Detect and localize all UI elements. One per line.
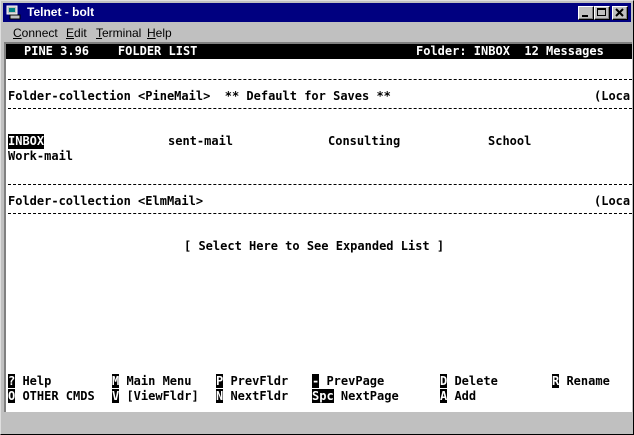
- folder-inbox[interactable]: INBOX: [8, 134, 45, 149]
- header-folder-info: Folder: INBOX 12 Messages: [416, 44, 604, 58]
- command-delete[interactable]: D Delete: [440, 374, 498, 389]
- command-main-menu[interactable]: M Main Menu: [112, 374, 191, 389]
- command-label: Help: [15, 374, 52, 388]
- separator-line: [8, 213, 632, 214]
- collection-pinemail-label[interactable]: Folder-collection <PineMail> ** Default …: [8, 89, 391, 104]
- command-label: PrevPage: [319, 374, 385, 388]
- folder-sent-mail[interactable]: sent-mail: [168, 134, 233, 149]
- menu-edit[interactable]: Edit: [66, 26, 87, 40]
- command-prevpage[interactable]: - PrevPage: [312, 374, 384, 389]
- command-other-cmds[interactable]: O OTHER CMDS: [8, 389, 95, 404]
- command-nextpage[interactable]: Spc NextPage: [312, 389, 399, 404]
- terminal-screen[interactable]: PINE 3.96 FOLDER LIST Folder: INBOX 12 M…: [4, 42, 632, 412]
- collection-elmmail-location: (Loca: [594, 194, 631, 208]
- menu-help-accel: H: [147, 26, 156, 40]
- close-icon: [615, 8, 624, 17]
- menu-connect-accel: C: [13, 26, 22, 40]
- command-label: [ViewFldr]: [119, 389, 199, 403]
- command-label: NextPage: [333, 389, 399, 403]
- pine-status-header: PINE 3.96 FOLDER LIST Folder: INBOX 12 M…: [6, 44, 632, 59]
- window-title: Telnet - bolt: [27, 5, 95, 19]
- menu-connect[interactable]: Connect: [13, 26, 58, 40]
- command-label: Add: [447, 389, 477, 403]
- title-bar[interactable]: Telnet - bolt: [3, 3, 631, 22]
- header-app-screen: PINE 3.96 FOLDER LIST: [24, 44, 198, 58]
- close-button[interactable]: [612, 6, 628, 20]
- menu-connect-rest: onnect: [21, 26, 58, 40]
- menu-terminal-rest: erminal: [102, 26, 142, 40]
- command-label: Main Menu: [119, 374, 192, 388]
- minimize-button[interactable]: [578, 6, 594, 20]
- command-key: Spc: [312, 389, 334, 403]
- folder-school[interactable]: School: [488, 134, 531, 149]
- separator-line: [8, 184, 632, 185]
- command-prevfldr[interactable]: P PrevFldr: [216, 374, 288, 389]
- maximize-icon: [597, 8, 606, 16]
- telnet-app-icon[interactable]: [6, 5, 21, 20]
- menu-edit-rest: dit: [74, 26, 87, 40]
- status-bar: [3, 414, 631, 432]
- minimize-icon: [582, 15, 588, 17]
- separator-line: [8, 108, 632, 109]
- telnet-window: Telnet - bolt Connect Edit Terminal Help…: [0, 0, 634, 435]
- collection-elmmail-label[interactable]: Folder-collection <ElmMail>: [8, 194, 203, 209]
- maximize-button[interactable]: [594, 6, 610, 20]
- menu-terminal[interactable]: Terminal: [96, 26, 141, 40]
- command-help[interactable]: ? Help: [8, 374, 51, 389]
- folder-consulting[interactable]: Consulting: [328, 134, 400, 149]
- folder-work-mail[interactable]: Work-mail: [8, 149, 73, 164]
- expanded-list-link[interactable]: [ Select Here to See Expanded List ]: [184, 239, 444, 254]
- separator-line: [8, 79, 632, 80]
- command-rename[interactable]: R Rename: [552, 374, 610, 389]
- menu-help[interactable]: Help: [147, 26, 172, 40]
- command-label: Rename: [559, 374, 610, 388]
- command-nextfldr[interactable]: N NextFldr: [216, 389, 288, 404]
- menu-help-rest: elp: [155, 26, 172, 40]
- command-label: PrevFldr: [223, 374, 289, 388]
- menu-edit-accel: E: [66, 26, 75, 40]
- command-label: Delete: [447, 374, 498, 388]
- command-label: OTHER CMDS: [15, 389, 95, 403]
- collection-pinemail-location: (Loca: [594, 89, 631, 103]
- command-add[interactable]: A Add: [440, 389, 476, 404]
- menu-bar: Connect Edit Terminal Help: [3, 23, 631, 43]
- command-viewfldr[interactable]: V [ViewFldr]: [112, 389, 199, 404]
- command-label: NextFldr: [223, 389, 289, 403]
